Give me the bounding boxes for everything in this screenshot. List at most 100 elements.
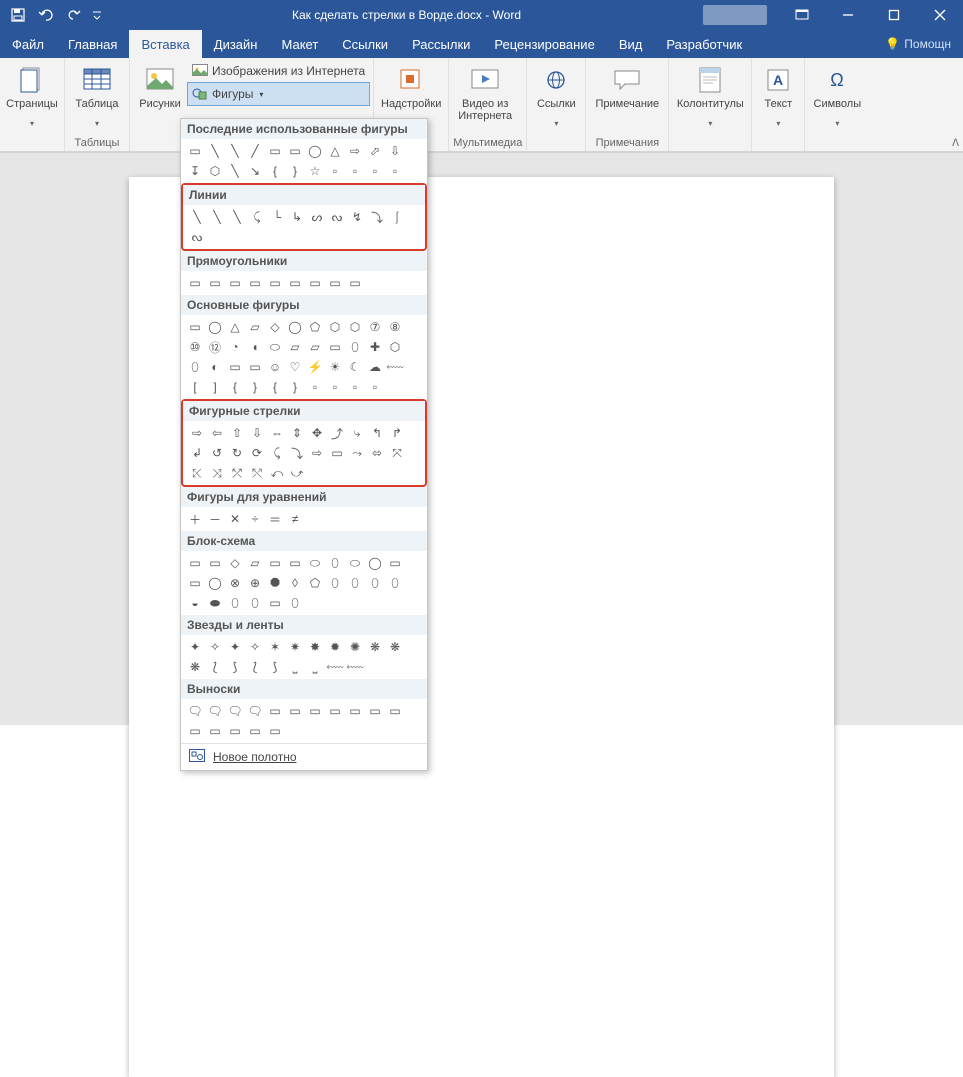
shape-item[interactable]: △ [225, 317, 245, 337]
shape-item[interactable]: ◇ [225, 553, 245, 573]
shape-item[interactable]: ⬡ [205, 161, 225, 181]
tab-review[interactable]: Рецензирование [482, 30, 606, 58]
shape-item[interactable]: ▱ [245, 317, 265, 337]
shape-item[interactable]: ⤷ [347, 423, 367, 443]
shape-item[interactable]: ☺ [265, 357, 285, 377]
shape-item[interactable]: ▭ [205, 273, 225, 293]
shape-item[interactable]: ⬳ [385, 357, 405, 377]
shape-item[interactable]: ⚡ [305, 357, 325, 377]
shape-item[interactable]: ▭ [185, 573, 205, 593]
shape-item[interactable]: ⇨ [187, 423, 207, 443]
close-button[interactable] [917, 0, 963, 30]
shape-item[interactable]: ⇩ [385, 141, 405, 161]
shape-item[interactable]: ▭ [365, 701, 385, 721]
shape-item[interactable]: － [205, 509, 225, 529]
shape-item[interactable]: ❋ [385, 637, 405, 657]
shape-item[interactable]: ⬯ [365, 573, 385, 593]
shape-item[interactable]: ♡ [285, 357, 305, 377]
tab-layout[interactable]: Макет [269, 30, 330, 58]
shape-item[interactable]: ╲ [187, 207, 207, 227]
shape-item[interactable]: ☀ [325, 357, 345, 377]
shape-item[interactable]: ▭ [385, 701, 405, 721]
shape-item[interactable]: ◯ [365, 553, 385, 573]
shape-item[interactable]: ▭ [345, 701, 365, 721]
links-button[interactable]: Ссылки ▾ [531, 60, 581, 128]
shape-item[interactable]: ⑧ [385, 317, 405, 337]
shape-item[interactable]: ⤵ [367, 207, 387, 227]
shape-item[interactable]: ⬳ [325, 657, 345, 677]
shape-item[interactable]: ▭ [185, 317, 205, 337]
shape-item[interactable]: ◐ [205, 357, 225, 377]
shape-item[interactable]: ⟆ [225, 657, 245, 677]
shape-item[interactable]: ⬡ [385, 337, 405, 357]
shape-item[interactable]: ╲ [207, 207, 227, 227]
tell-me-help[interactable]: 💡 Помощн [885, 30, 963, 58]
headerfooter-button[interactable]: Колонтитулы ▾ [673, 60, 747, 128]
shape-item[interactable]: ✕ [225, 509, 245, 529]
shape-item[interactable]: ⤵ [287, 443, 307, 463]
shape-item[interactable]: ▫ [365, 161, 385, 181]
shape-item[interactable]: ✷ [285, 637, 305, 657]
shape-item[interactable]: ▭ [325, 701, 345, 721]
pictures-button[interactable]: Рисунки [134, 60, 186, 128]
shape-item[interactable]: ▫ [365, 377, 385, 397]
shape-item[interactable]: ▭ [327, 443, 347, 463]
shape-item[interactable]: ◯ [205, 573, 225, 593]
shape-item[interactable]: ▭ [185, 721, 205, 741]
user-account-badge[interactable] [703, 5, 767, 25]
shape-item[interactable]: ⬄ [367, 443, 387, 463]
shape-item[interactable]: ⤧ [387, 443, 407, 463]
shape-item[interactable]: ▭ [225, 721, 245, 741]
shape-item[interactable]: ▭ [265, 701, 285, 721]
shape-item[interactable]: ▫ [345, 161, 365, 181]
shape-item[interactable]: ⬯ [325, 553, 345, 573]
tab-references[interactable]: Ссылки [330, 30, 400, 58]
shape-item[interactable]: ✧ [245, 637, 265, 657]
shape-item[interactable]: ⬭ [305, 553, 325, 573]
shape-item[interactable]: ▭ [285, 553, 305, 573]
shape-item[interactable]: ▭ [305, 701, 325, 721]
shape-item[interactable]: └ [267, 207, 287, 227]
tab-mailings[interactable]: Рассылки [400, 30, 482, 58]
shape-item[interactable]: ⤻ [287, 463, 307, 483]
shape-item[interactable]: ↺ [207, 443, 227, 463]
shape-item[interactable]: ▭ [345, 273, 365, 293]
shape-item[interactable]: ▭ [325, 337, 345, 357]
shape-item[interactable]: ⤹ [247, 207, 267, 227]
shape-item[interactable]: ⬯ [385, 573, 405, 593]
shape-item[interactable]: ↰ [367, 423, 387, 443]
shape-item[interactable]: ↲ [187, 443, 207, 463]
shape-item[interactable]: ⤲ [247, 463, 267, 483]
shape-item[interactable]: ▭ [185, 553, 205, 573]
shape-item[interactable]: ▭ [245, 273, 265, 293]
shape-item[interactable]: ⤪ [187, 463, 207, 483]
shape-item[interactable]: ⬀ [365, 141, 385, 161]
shape-item[interactable]: } [285, 161, 305, 181]
shape-item[interactable]: ⬯ [345, 337, 365, 357]
ribbon-options-button[interactable] [779, 0, 825, 30]
shape-item[interactable]: } [285, 377, 305, 397]
shape-item[interactable]: ▱ [245, 553, 265, 573]
shape-item[interactable]: ⇕ [287, 423, 307, 443]
shape-item[interactable]: ❋ [365, 637, 385, 657]
tab-home[interactable]: Главная [56, 30, 129, 58]
shape-item[interactable]: ⇧ [227, 423, 247, 443]
pages-button[interactable]: Страницы ▾ [4, 60, 60, 128]
shape-item[interactable]: ╱ [245, 141, 265, 161]
table-button[interactable]: Таблица ▾ [69, 60, 125, 128]
shape-item[interactable]: [ [185, 377, 205, 397]
shape-item[interactable]: ⎰ [387, 207, 407, 227]
comment-button[interactable]: Примечание [590, 60, 664, 128]
shape-item[interactable]: ⇦ [207, 423, 227, 443]
shape-item[interactable]: ▭ [285, 701, 305, 721]
shape-item[interactable]: ☆ [305, 161, 325, 181]
shape-item[interactable]: ⬯ [245, 593, 265, 613]
shape-item[interactable]: △ [325, 141, 345, 161]
tab-file[interactable]: Файл [0, 30, 56, 58]
shape-item[interactable]: ▭ [205, 553, 225, 573]
shape-item[interactable]: ⟅ [205, 657, 225, 677]
shape-item[interactable]: ✥ [307, 423, 327, 443]
shape-item[interactable]: ⇨ [345, 141, 365, 161]
shape-item[interactable]: ⬠ [305, 317, 325, 337]
qat-customize-button[interactable] [90, 3, 104, 27]
